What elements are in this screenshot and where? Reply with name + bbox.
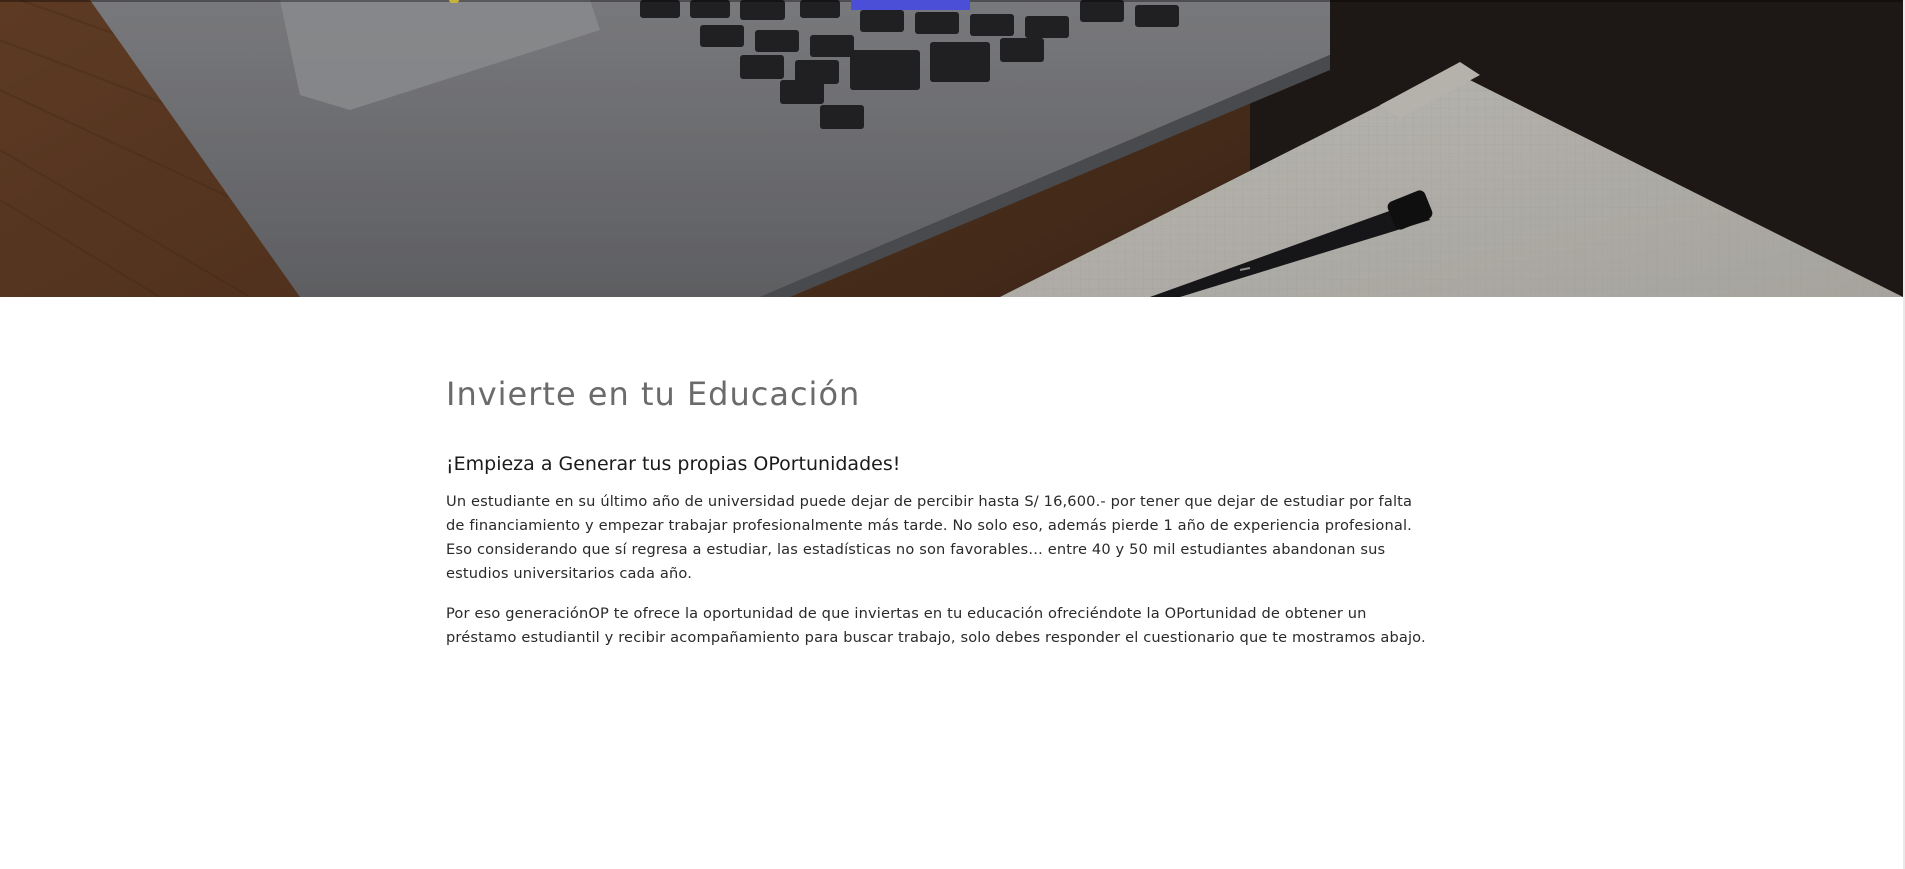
offer-paragraph: Por eso generaciónOP te ofrece la oportu…: [446, 605, 1426, 646]
hero-banner: [0, 0, 1903, 297]
intro-paragraph: Un estudiante en su último año de univer…: [446, 493, 1413, 582]
section-subtitle: ¡Empieza a Generar tus propias OPortunid…: [446, 453, 901, 475]
page: Invierte en tu Educación ¡Empieza a Gene…: [0, 0, 1905, 869]
hero-overlay: [0, 0, 1903, 297]
hero-cta-button[interactable]: [851, 0, 970, 10]
navbar-logo-fragment: [449, 0, 459, 3]
page-title: Invierte en tu Educación: [446, 375, 861, 413]
main-content: Invierte en tu Educación ¡Empieza a Gene…: [446, 370, 1426, 650]
